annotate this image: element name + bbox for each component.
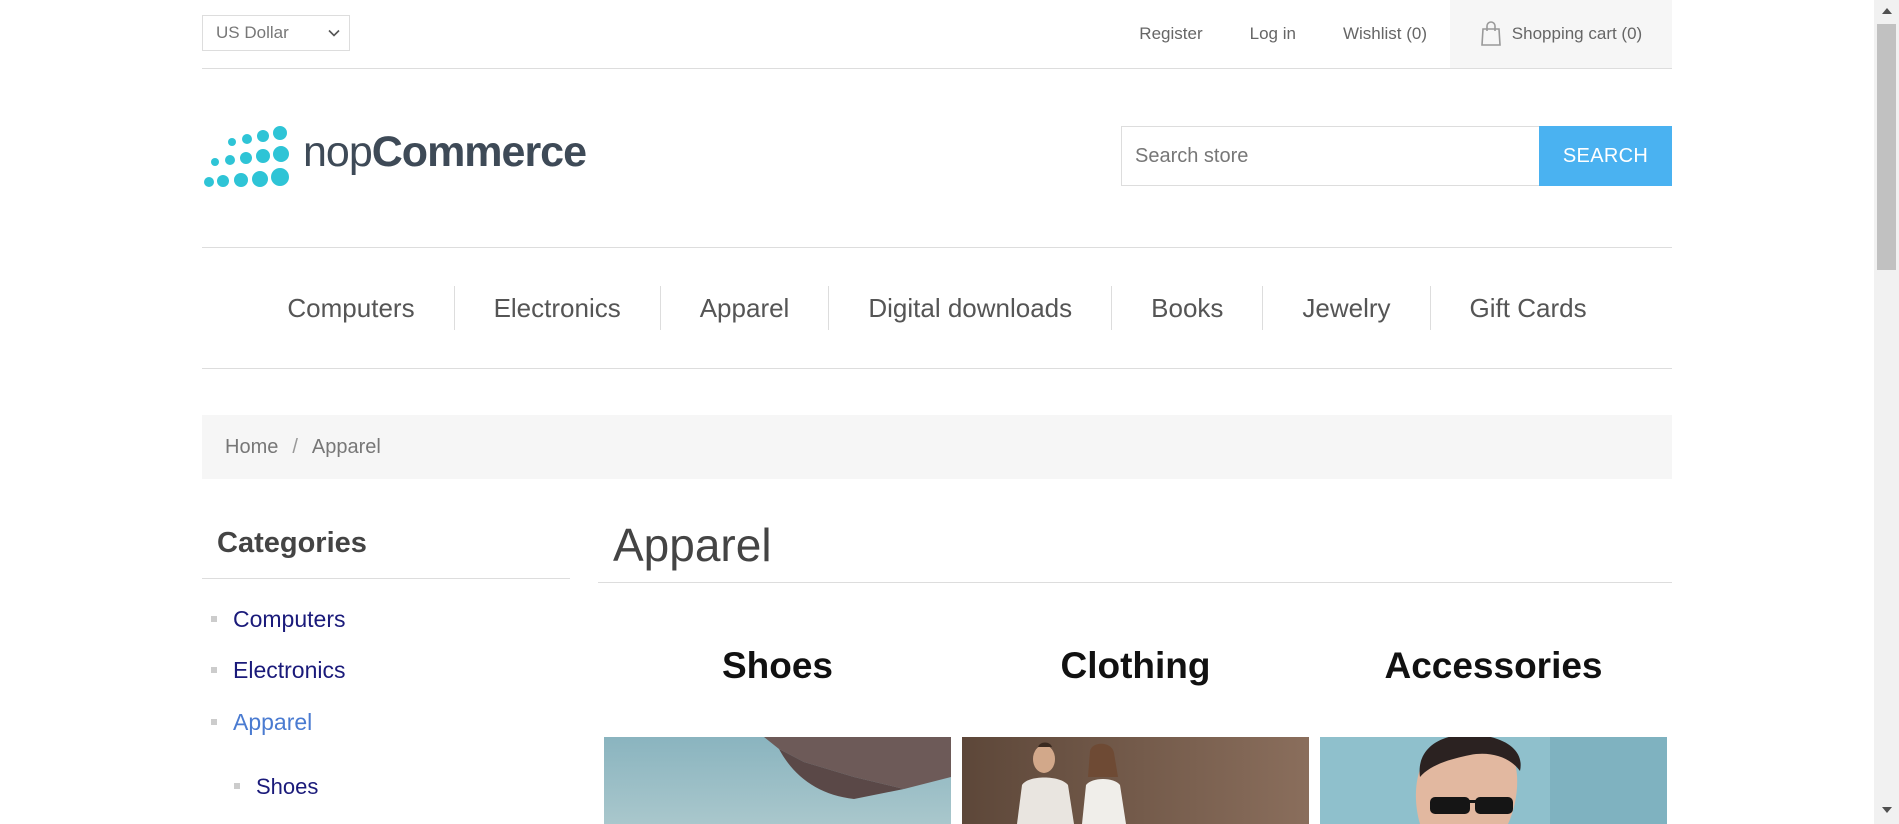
shopping-cart-label: Shopping cart (0) [1511,24,1643,43]
store-logo[interactable]: nopCommerce [203,124,587,194]
subcategory-title[interactable]: Clothing [962,636,1309,696]
subcategory-shoes-image[interactable] [604,737,951,824]
list-bullet [234,783,240,790]
subcategory-accessories-image[interactable] [1320,737,1667,824]
logo-dots-icon [204,126,289,187]
sidebar-item-computers[interactable]: Computers [211,606,345,633]
categories-heading: Categories [202,520,570,579]
sidebar-item-label: Apparel [233,709,313,735]
subcategory-shoes: Shoes [604,636,951,824]
list-bullet [211,615,217,622]
sidebar-item-apparel[interactable]: Apparel [211,709,312,736]
header-links: Register Log in Wishlist (0) Shopping ca… [1092,0,1672,68]
logo-wordmark: nopCommerce [303,128,587,177]
logo-text-light: nop [303,128,373,176]
menu-item-books[interactable]: Books [1111,286,1262,330]
breadcrumb-home-link[interactable]: Home [225,436,278,458]
search-input[interactable]: Search store [1121,126,1540,186]
breadcrumb-separator: / [292,436,298,458]
page-title: Apparel [598,515,1672,583]
menu-item-electronics[interactable]: Electronics [453,286,660,330]
scroll-up-arrow-icon[interactable] [1882,8,1892,14]
sidebar-item-label: Electronics [233,657,346,683]
breadcrumb: Home / Apparel [202,415,1672,479]
search-button[interactable]: SEARCH [1539,126,1672,186]
shopping-bag-icon [1480,21,1501,46]
clothing-photo [962,737,1309,824]
vertical-scrollbar[interactable] [1874,0,1899,824]
sidebar-subitem-shoes[interactable]: Shoes [234,774,318,800]
chevron-down-icon [328,29,340,37]
menu-item-apparel[interactable]: Apparel [659,286,829,330]
shoes-photo [604,737,951,824]
accessories-photo [1320,737,1667,824]
scroll-down-arrow-icon[interactable] [1882,807,1892,813]
subcategory-clothing-image[interactable] [962,737,1309,824]
top-menu: Computers Electronics Apparel Digital do… [202,247,1672,369]
subcategory-title[interactable]: Shoes [604,636,951,696]
scrollbar-thumb[interactable] [1877,24,1896,270]
subcategory-clothing: Clothing [962,636,1309,824]
logo-text-bold: Commerce [371,128,587,176]
shopping-cart-link[interactable]: Shopping cart (0) [1450,0,1672,68]
menu-item-digital-downloads[interactable]: Digital downloads [828,286,1111,330]
sidebar-item-label: Computers [233,606,346,632]
subcategory-title[interactable]: Accessories [1320,636,1667,696]
currency-selector[interactable]: US Dollar [202,15,350,51]
register-link[interactable]: Register [1139,24,1202,44]
sidebar-item-label: Shoes [256,774,319,799]
list-bullet [211,666,217,673]
subcategory-accessories: Accessories [1320,636,1667,824]
menu-item-computers[interactable]: Computers [248,286,453,330]
menu-item-gift-cards[interactable]: Gift Cards [1429,286,1626,330]
sidebar-item-electronics[interactable]: Electronics [211,657,345,684]
currency-selected-value: US Dollar [216,23,289,42]
header-links-bar: US Dollar Register Log in Wishlist (0) S… [202,0,1672,69]
menu-item-jewelry[interactable]: Jewelry [1262,286,1429,330]
list-bullet [211,718,217,725]
breadcrumb-current: Apparel [311,436,381,458]
login-link[interactable]: Log in [1250,24,1296,44]
wishlist-link[interactable]: Wishlist (0) [1343,24,1427,44]
